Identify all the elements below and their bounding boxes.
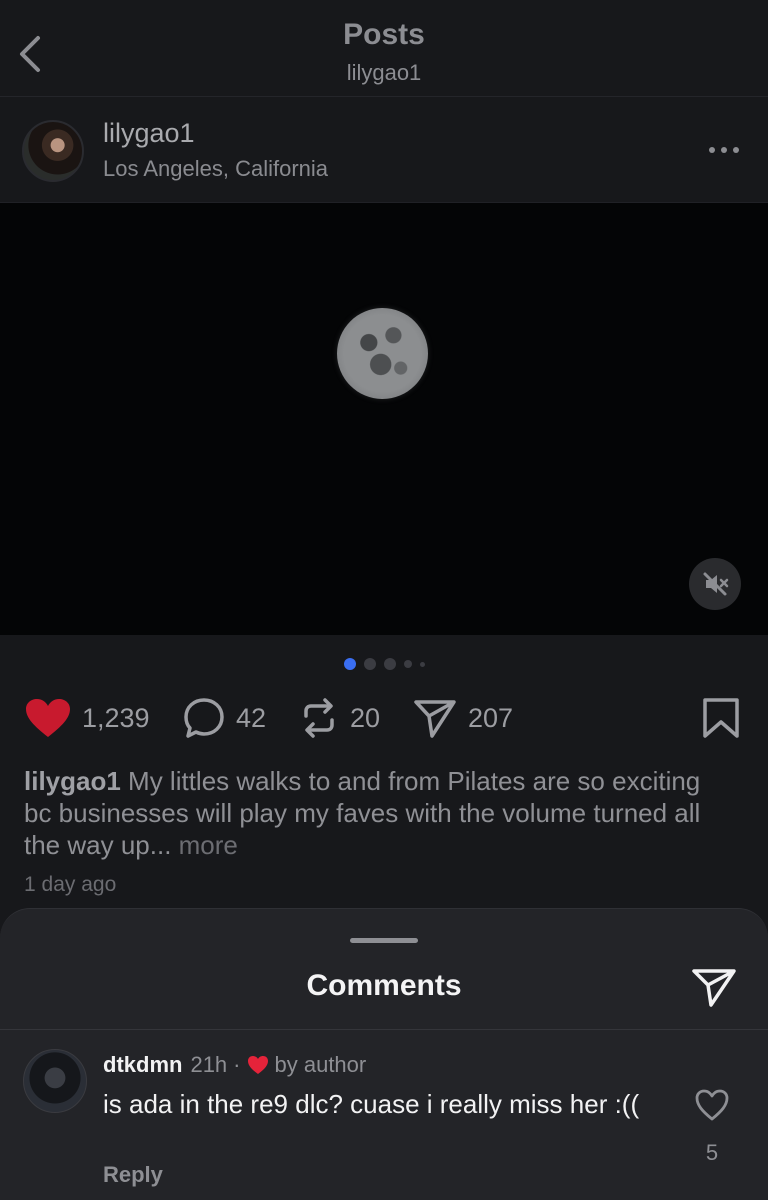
comment-item: dtkdmn 21h · by author is ada in the re9… [0, 1030, 768, 1200]
like-action[interactable]: 1,239 [24, 690, 150, 746]
heart-icon [26, 699, 70, 737]
mute-icon [703, 572, 729, 596]
page-subtitle: lilygao1 [346, 60, 422, 85]
post-username[interactable]: lilygao1 [103, 118, 195, 149]
post-actions: 1,239 42 20 207 [0, 690, 768, 746]
send-icon [692, 969, 736, 1007]
comment-count: 42 [236, 702, 267, 733]
carousel-dot [403, 660, 412, 668]
comment-like-button[interactable] [694, 1088, 730, 1122]
carousel-indicator [0, 656, 768, 672]
repost-icon [304, 698, 334, 738]
top-bar: Posts lilygao1 [0, 0, 768, 97]
comment-bubble-icon [184, 698, 224, 738]
post-media[interactable] [0, 203, 768, 635]
like-count: 1,239 [82, 702, 150, 733]
page-title: Posts [343, 18, 425, 51]
caption-username[interactable]: lilygao1 [24, 766, 121, 796]
share-count: 207 [468, 702, 514, 733]
carousel-dot [363, 658, 376, 670]
caption-more-link[interactable]: more [171, 830, 238, 860]
more-options-button[interactable] [706, 140, 742, 160]
repost-count: 20 [350, 702, 381, 733]
caption-text: My littles walks to and from Pilates are… [24, 766, 701, 860]
comments-sheet: Comments dtkdmn 21h · by author is ada i… [0, 908, 768, 1200]
share-icon [414, 700, 456, 738]
comment-meta: dtkdmn 21h · by author [103, 1052, 366, 1078]
comment-text: is ada in the re9 dlc? cuase i really mi… [103, 1089, 640, 1119]
mute-button[interactable] [689, 558, 741, 610]
repost-action[interactable]: 20 [298, 690, 380, 746]
carousel-dot [419, 661, 425, 667]
share-action[interactable]: 207 [412, 690, 513, 746]
carousel-dot [383, 658, 396, 670]
reply-button[interactable]: Reply [103, 1162, 163, 1188]
heart-outline-icon [695, 1089, 729, 1121]
post-location[interactable]: Los Angeles, California [103, 156, 328, 182]
bookmark-icon [703, 698, 739, 738]
comments-title: Comments [306, 969, 462, 1002]
comment-like-count: 5 [705, 1140, 719, 1165]
moon-image [337, 308, 428, 399]
comment-action[interactable]: 42 [182, 690, 266, 746]
post-timestamp: 1 day ago [24, 873, 117, 896]
by-author-badge: by author [274, 1052, 367, 1077]
commenter-username[interactable]: dtkdmn [103, 1052, 182, 1078]
post-caption: lilygao1 My littles walks to and from Pi… [24, 765, 724, 861]
author-avatar[interactable] [22, 120, 84, 182]
meta-separator: · [233, 1052, 241, 1077]
comment-time: 21h [190, 1052, 228, 1077]
app-screen: Posts lilygao1 lilygao1 Los Angeles, Cal… [0, 0, 768, 1200]
more-dots-icon [709, 147, 739, 153]
send-button[interactable] [690, 965, 738, 1009]
carousel-dot-active [343, 658, 356, 670]
sheet-drag-handle[interactable] [350, 938, 418, 943]
commenter-avatar[interactable] [23, 1049, 87, 1113]
post-header [0, 98, 768, 203]
bookmark-button[interactable] [700, 690, 742, 746]
author-liked-heart-icon [247, 1055, 269, 1075]
